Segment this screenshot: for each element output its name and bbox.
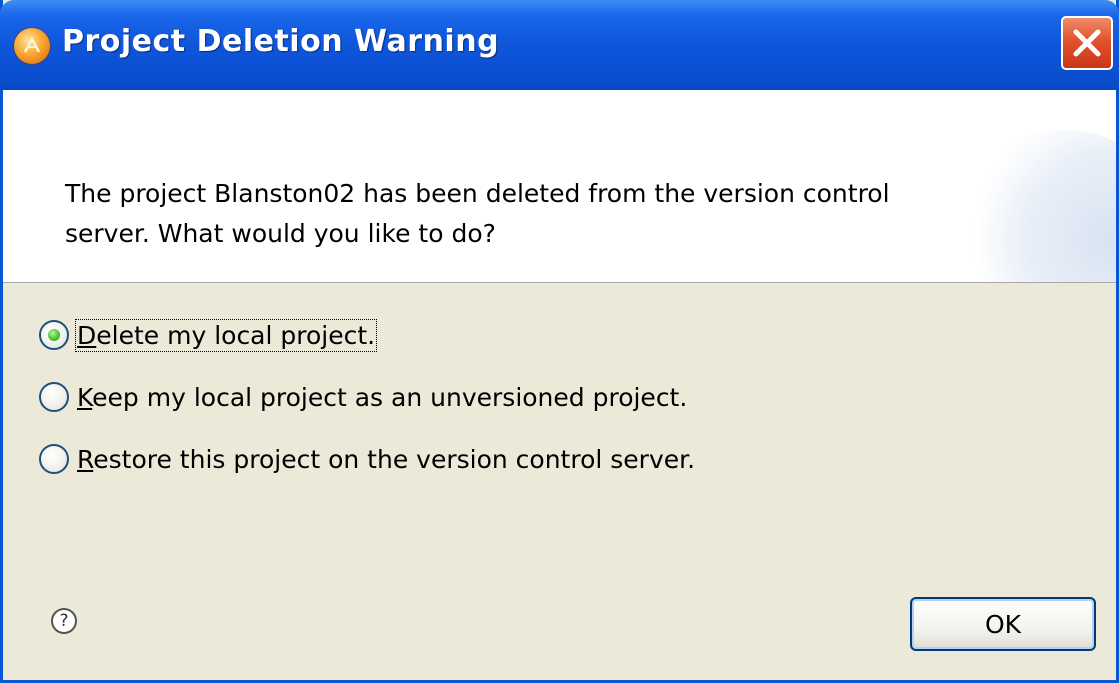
option-restore-server[interactable]: Restore this project on the version cont… (39, 439, 695, 479)
message-banner: The project Blanston02 has been deleted … (3, 90, 1116, 283)
option-label: Restore this project on the version cont… (77, 444, 696, 474)
app-icon (14, 28, 50, 64)
help-icon[interactable]: ? (51, 608, 77, 634)
ok-button[interactable]: OK (910, 597, 1096, 651)
option-keep-unversioned[interactable]: Keep my local project as an unversioned … (39, 377, 687, 417)
radio-icon[interactable] (39, 444, 69, 474)
radio-icon[interactable] (39, 320, 69, 350)
option-delete-local[interactable]: Delete my local project. (39, 315, 378, 355)
dialog-window: Project Deletion Warning The project Bla… (0, 0, 1119, 683)
message-text: The project Blanston02 has been deleted … (65, 174, 965, 254)
message-line-2: server. What would you like to do? (65, 219, 496, 248)
title-bar[interactable]: Project Deletion Warning (0, 0, 1119, 90)
banner-decoration (956, 130, 1116, 282)
option-label: Delete my local project. (74, 318, 378, 352)
close-icon (1073, 29, 1101, 57)
close-button[interactable] (1061, 16, 1113, 70)
window-title: Project Deletion Warning (62, 24, 500, 59)
option-label: Keep my local project as an unversioned … (77, 382, 688, 412)
message-line-1: The project Blanston02 has been deleted … (65, 179, 890, 208)
radio-icon[interactable] (39, 382, 69, 412)
